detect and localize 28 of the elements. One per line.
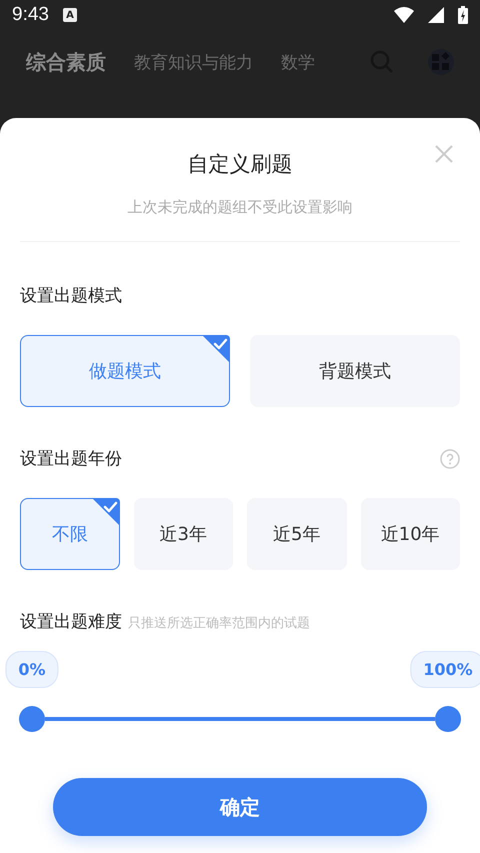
year-option[interactable]: 近10年 <box>360 498 460 570</box>
year-option[interactable]: 近3年 <box>134 498 233 570</box>
mode-option[interactable]: 做题模式 <box>20 335 230 407</box>
signal-icon <box>428 7 444 23</box>
value-bubble: 0% <box>5 651 59 688</box>
header-tab[interactable]: 教育知识与能力 <box>134 50 253 74</box>
close-icon[interactable] <box>434 144 454 164</box>
slider-thumb[interactable] <box>19 706 45 732</box>
mode-option[interactable]: 背题模式 <box>250 335 460 407</box>
help-icon[interactable] <box>440 448 460 468</box>
grid-icon[interactable] <box>428 49 454 75</box>
sheet-title: 自定义刷题 <box>186 151 294 178</box>
notification-icon: A <box>62 8 77 22</box>
wifi-icon <box>394 7 414 23</box>
section-hint: 只推送所选正确率范围内的试题 <box>128 615 310 632</box>
year-option[interactable]: 不限 <box>20 498 120 570</box>
section-label: 设置出题难度 <box>20 611 122 633</box>
slider-thumb[interactable] <box>435 706 461 732</box>
section-label: 设置出题年份 <box>20 448 122 470</box>
status-time: 9:43 <box>12 4 49 26</box>
header-tab[interactable]: 数学 <box>281 50 315 74</box>
sheet-subtitle: 上次未完成的题组不受此设置影响 <box>126 198 354 217</box>
confirm-button[interactable]: 确定 <box>53 778 427 836</box>
year-option[interactable]: 近5年 <box>247 498 346 570</box>
section-label: 设置出题模式 <box>20 285 122 307</box>
battery-icon <box>458 6 468 24</box>
value-bubble: 100% <box>410 651 480 688</box>
header-tab[interactable]: 综合素质 <box>26 48 106 76</box>
